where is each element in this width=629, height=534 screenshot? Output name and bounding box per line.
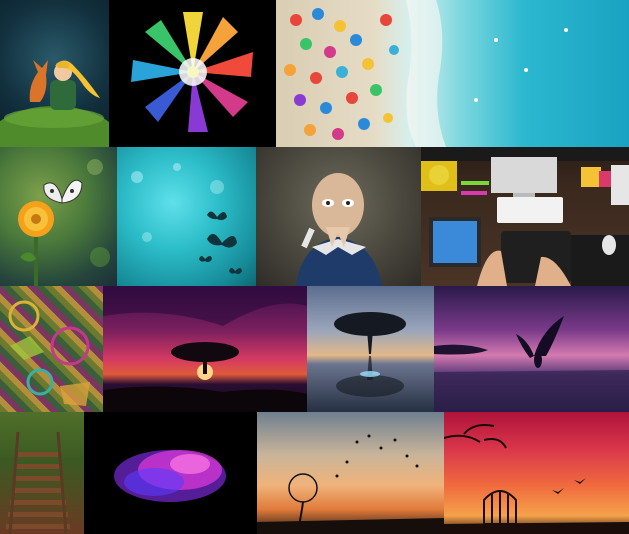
dandelion-seeds-sunset[interactable] [257, 412, 444, 534]
prince-coat [50, 80, 76, 110]
cloud-icon [114, 450, 226, 502]
mosaic-icon [8, 300, 90, 406]
desk-icon [421, 147, 629, 286]
cage-icon [483, 490, 517, 525]
aerial-beach-umbrellas[interactable] [276, 0, 629, 147]
little-prince-fox-painting[interactable] [0, 0, 109, 147]
birdcage-birds-sunset[interactable] [444, 412, 629, 534]
butterfly-icon [43, 179, 83, 204]
designer-desk-tablet[interactable] [421, 147, 629, 286]
tree-icon [334, 312, 406, 397]
rainbow-powder-explosion[interactable] [109, 0, 276, 147]
teal-bokeh-butterflies[interactable] [117, 147, 256, 286]
magenta-smoke-cloud[interactable] [84, 412, 257, 534]
butterfly-icon [199, 211, 242, 275]
colorful-mosaic-art[interactable] [0, 286, 103, 412]
fox-icon [29, 60, 48, 102]
figure-icon [296, 173, 382, 286]
tree-icon [171, 342, 239, 374]
winged-angel-sunset[interactable] [434, 286, 629, 412]
butterfly-on-marigold[interactable] [0, 147, 117, 286]
bald-figurine-sculpture[interactable] [256, 147, 421, 286]
photo-collage [0, 0, 629, 534]
marigold-flower [18, 201, 54, 237]
tree-reflection-lake[interactable] [307, 286, 434, 412]
wing-icon [516, 316, 564, 368]
sunset-tree-silhouette[interactable] [103, 286, 307, 412]
bird-icon [552, 478, 586, 494]
umbrella-icon [284, 8, 399, 140]
burst-icon [131, 12, 253, 132]
forest-wooden-stairs[interactable] [0, 412, 84, 534]
